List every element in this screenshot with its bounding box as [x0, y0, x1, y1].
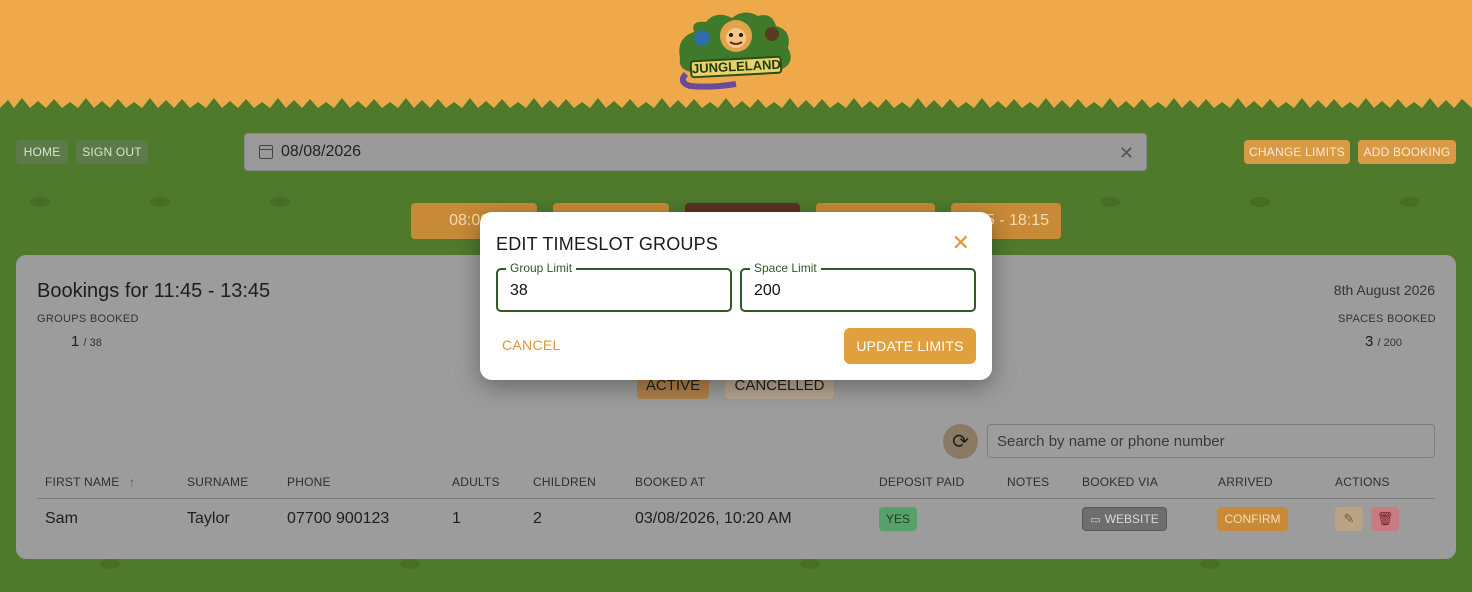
calendar-icon	[259, 145, 273, 159]
date-picker[interactable]: 08/08/2026 ✕	[244, 133, 1147, 171]
group-limit-field[interactable]: Group Limit 38	[496, 261, 732, 312]
cell-first-name: Sam	[45, 510, 78, 527]
grass-tuft	[30, 197, 50, 207]
grass-tuft	[400, 559, 420, 569]
grass-tuft	[800, 559, 820, 569]
column-header-phone[interactable]: PHONE	[287, 475, 331, 489]
column-header-arrived[interactable]: ARRIVED	[1218, 475, 1273, 489]
date-value: 08/08/2026	[281, 143, 362, 160]
change-limits-button[interactable]: CHANGE LIMITS	[1244, 140, 1350, 164]
close-icon[interactable]: ✕	[952, 232, 970, 254]
refresh-icon[interactable]: ⟳	[943, 424, 978, 459]
edit-icon[interactable]: ✎	[1335, 507, 1363, 531]
cell-children: 2	[533, 510, 542, 527]
space-limit-label: Space Limit	[750, 261, 821, 275]
grass-tuft	[150, 197, 170, 207]
add-booking-button[interactable]: ADD BOOKING	[1358, 140, 1456, 164]
table-header-divider	[37, 498, 1435, 499]
spaces-booked-label: SPACES BOOKED	[1338, 313, 1436, 325]
grass-tuft	[100, 559, 120, 569]
booked-via-badge: ▭ WEBSITE	[1082, 507, 1167, 531]
cell-phone: 07700 900123	[287, 510, 390, 527]
cell-booked-at: 03/08/2026, 10:20 AM	[635, 510, 792, 527]
grass-tuft	[270, 197, 290, 207]
sign-out-button[interactable]: SIGN OUT	[76, 140, 148, 164]
update-limits-button[interactable]: UPDATE LIMITS	[844, 328, 976, 364]
column-header-booked-via[interactable]: BOOKED VIA	[1082, 475, 1158, 489]
column-header-adults[interactable]: ADULTS	[452, 475, 500, 489]
laptop-icon: ▭	[1090, 513, 1101, 526]
column-header-surname[interactable]: SURNAME	[187, 475, 248, 489]
cell-surname: Taylor	[187, 510, 230, 527]
sort-arrow-icon: ↑	[129, 475, 136, 489]
edit-timeslot-groups-dialog: EDIT TIMESLOT GROUPS ✕ Group Limit 38 Sp…	[480, 212, 992, 380]
column-header-deposit-paid[interactable]: DEPOSIT PAID	[879, 475, 964, 489]
dialog-title: EDIT TIMESLOT GROUPS	[496, 234, 719, 254]
bookings-date: 8th August 2026	[1333, 282, 1435, 298]
search-input[interactable]: Search by name or phone number	[987, 424, 1435, 458]
deposit-paid-badge: YES	[879, 507, 917, 531]
grass-tuft	[1250, 197, 1270, 207]
column-header-children[interactable]: CHILDREN	[533, 475, 596, 489]
groups-booked-value: 1 / 38	[71, 333, 102, 350]
home-button[interactable]: HOME	[16, 140, 68, 164]
bookings-title: Bookings for 11:45 - 13:45	[37, 280, 271, 302]
space-limit-value: 200	[754, 282, 781, 299]
grass-tuft	[1100, 197, 1120, 207]
spaces-booked-value: 3 / 200	[1365, 333, 1402, 350]
group-limit-value: 38	[510, 282, 528, 299]
column-header-first-name[interactable]: FIRST NAME ↑	[45, 475, 135, 489]
column-header-actions: ACTIONS	[1335, 475, 1390, 489]
cell-adults: 1	[452, 510, 461, 527]
space-limit-field[interactable]: Space Limit 200	[740, 261, 976, 312]
group-limit-label: Group Limit	[506, 261, 577, 275]
jungleland-logo	[679, 12, 791, 90]
column-header-booked-at[interactable]: BOOKED AT	[635, 475, 705, 489]
groups-booked-label: GROUPS BOOKED	[37, 313, 139, 325]
grass-tuft	[1400, 197, 1420, 207]
cancel-button[interactable]: CANCEL	[502, 337, 561, 353]
delete-icon[interactable]: 🗑	[1371, 507, 1399, 531]
confirm-arrival-button[interactable]: CONFIRM	[1217, 507, 1288, 531]
grass-tuft	[1200, 559, 1220, 569]
close-icon[interactable]: ✕	[1119, 143, 1134, 164]
column-header-notes[interactable]: NOTES	[1007, 475, 1049, 489]
